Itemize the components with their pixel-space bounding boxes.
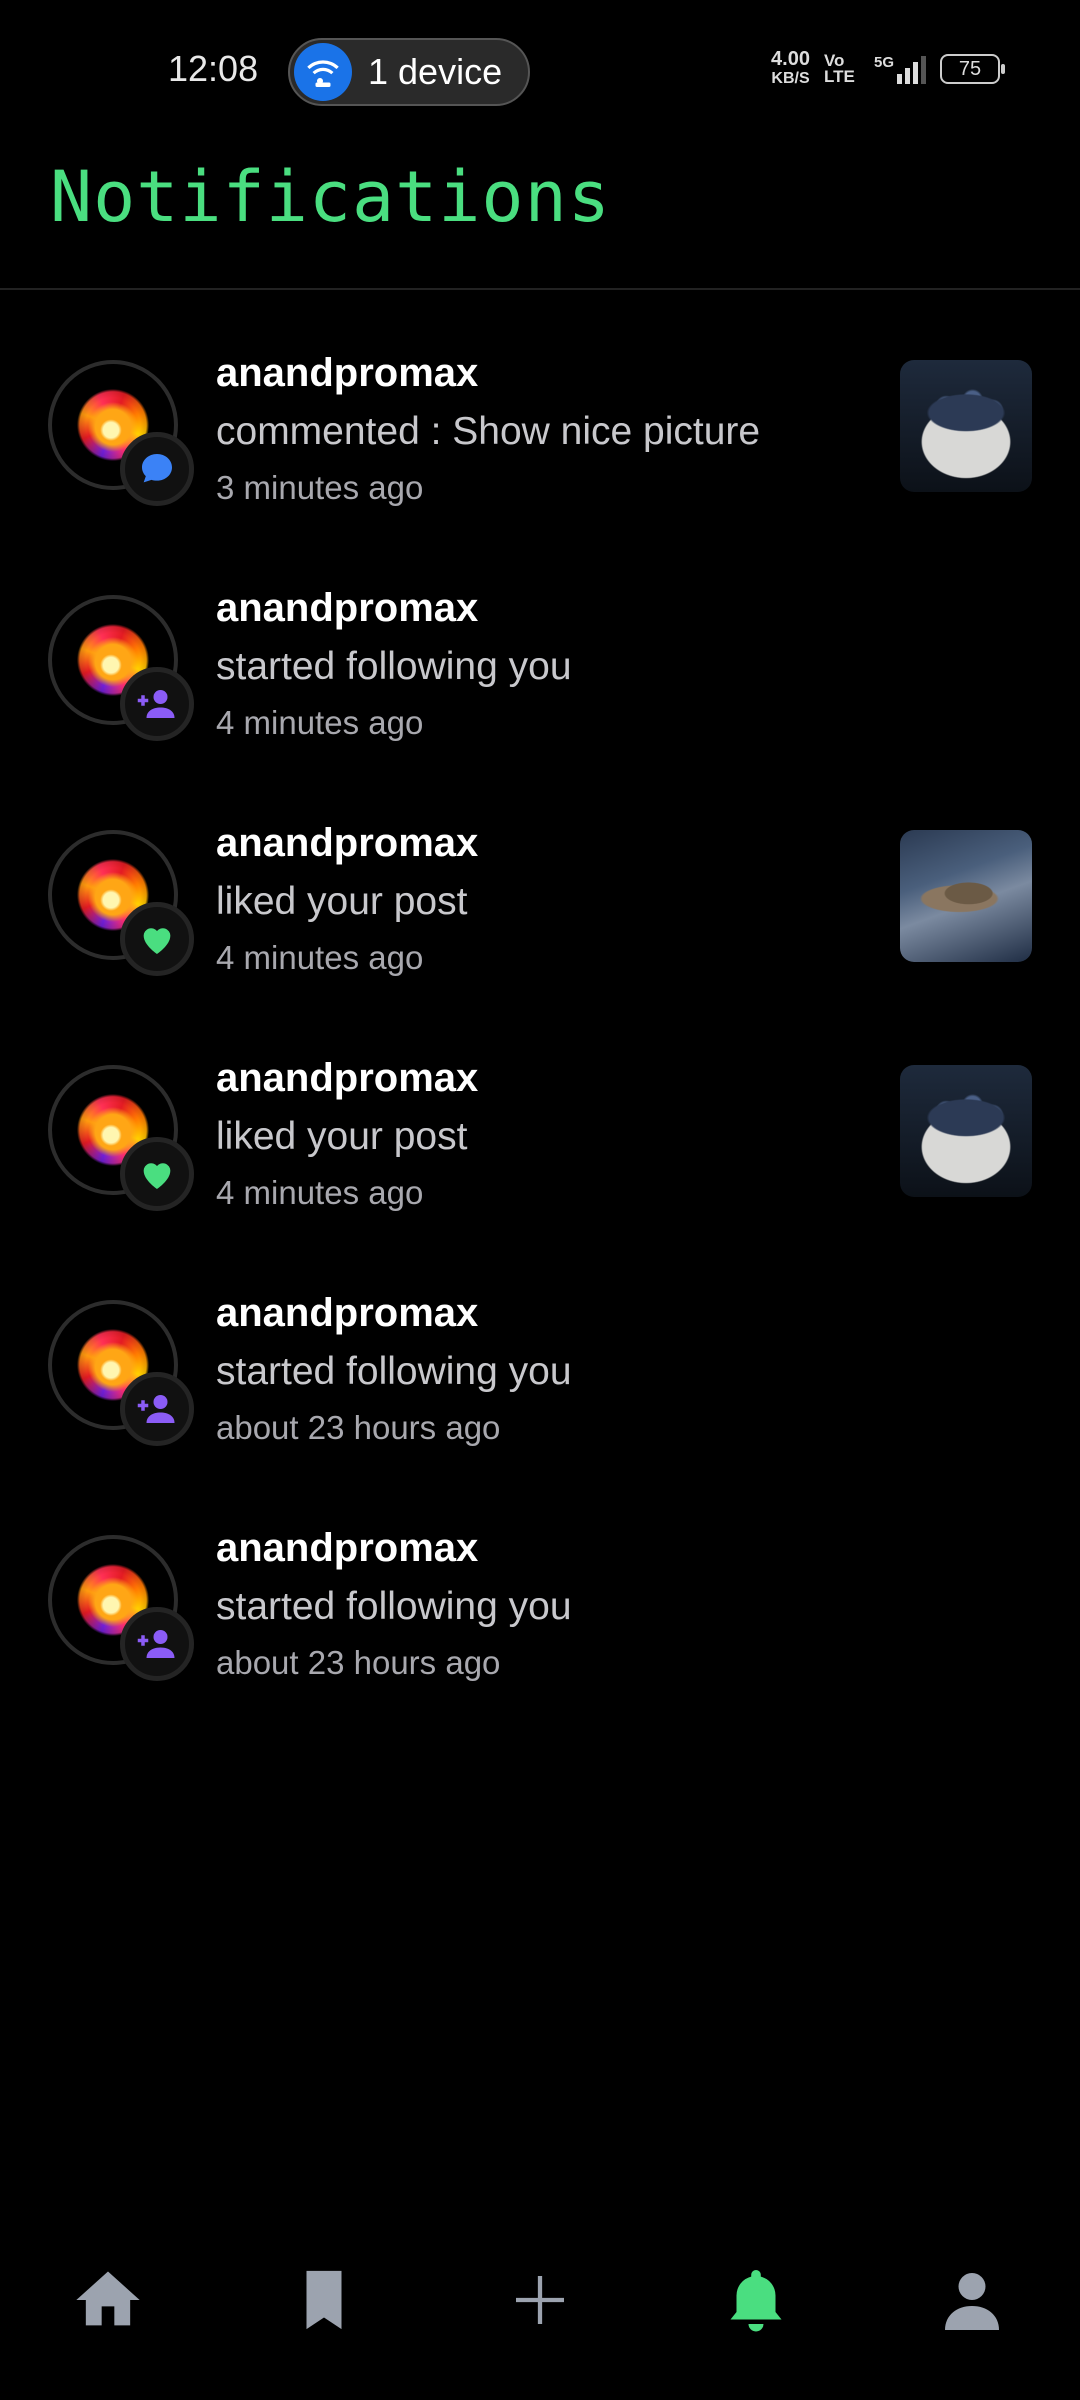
notification-list[interactable]: anandpromax commented : Show nice pictur… <box>0 340 1080 1750</box>
avatar[interactable] <box>48 360 194 506</box>
follow-icon <box>137 690 175 718</box>
nav-create-button[interactable] <box>485 2245 595 2355</box>
notification-item[interactable]: anandpromax started following you about … <box>0 1280 1080 1515</box>
comment-icon <box>142 454 172 483</box>
notification-message: started following you <box>216 645 572 688</box>
notification-message: started following you <box>216 1585 572 1628</box>
notification-time: about 23 hours ago <box>216 1644 501 1681</box>
comment-badge <box>120 432 194 506</box>
notification-item[interactable]: anandpromax liked your post 4 minutes ag… <box>0 810 1080 1045</box>
notification-message: started following you <box>216 1350 572 1393</box>
hotspot-icon <box>294 43 352 101</box>
nav-profile-button[interactable] <box>917 2245 1027 2355</box>
notification-time: 3 minutes ago <box>216 469 424 506</box>
net-speed: 4.00 KB/S <box>771 48 810 88</box>
hotspot-indicator[interactable]: 1 device <box>288 38 530 106</box>
notification-username[interactable]: anandpromax <box>216 346 760 400</box>
post-thumbnail[interactable] <box>900 830 1032 962</box>
notification-time: 4 minutes ago <box>216 1174 424 1211</box>
post-thumbnail[interactable] <box>900 1065 1032 1197</box>
avatar[interactable] <box>48 1300 194 1446</box>
bottom-nav <box>0 2240 1080 2360</box>
status-time: 12:08 <box>168 48 259 89</box>
avatar[interactable] <box>48 1065 194 1211</box>
notification-item[interactable]: anandpromax started following you about … <box>0 1515 1080 1750</box>
notification-message: liked your post <box>216 880 468 923</box>
notification-item[interactable]: anandpromax commented : Show nice pictur… <box>0 340 1080 575</box>
status-bar: 12:08 1 device 4.00 KB/S Vo LTE 5G 75 <box>0 0 1080 140</box>
follow-badge <box>120 667 194 741</box>
notification-message: liked your post <box>216 1115 468 1158</box>
notification-time: 4 minutes ago <box>216 939 424 976</box>
plus-icon <box>516 2276 564 2324</box>
battery-icon: 75 <box>940 54 1005 84</box>
net-speed-unit: KB/S <box>771 70 810 87</box>
like-badge <box>120 1137 194 1211</box>
avatar[interactable] <box>48 595 194 741</box>
header-divider <box>0 288 1080 290</box>
page-title: Notifications <box>50 156 611 238</box>
home-icon <box>76 2271 140 2326</box>
notification-item[interactable]: anandpromax started following you 4 minu… <box>0 575 1080 810</box>
heart-icon <box>143 928 171 954</box>
avatar[interactable] <box>48 1535 194 1681</box>
follow-icon <box>137 1395 175 1423</box>
notification-username[interactable]: anandpromax <box>216 1051 478 1105</box>
network-type: 5G <box>873 54 894 71</box>
follow-icon <box>137 1630 175 1658</box>
notification-time: about 23 hours ago <box>216 1409 501 1446</box>
notification-username[interactable]: anandpromax <box>216 1521 572 1575</box>
net-speed-value: 4.00 <box>771 48 810 70</box>
nav-bookmark-button[interactable] <box>269 2245 379 2355</box>
notification-username[interactable]: anandpromax <box>216 816 478 870</box>
notification-username[interactable]: anandpromax <box>216 581 572 635</box>
follow-badge <box>120 1607 194 1681</box>
bell-icon <box>730 2270 782 2332</box>
follow-badge <box>120 1372 194 1446</box>
volte-label: Vo LTE <box>823 51 855 86</box>
notification-message: commented : Show nice picture <box>216 410 761 453</box>
status-icons: 4.00 KB/S Vo LTE 5G 75 <box>771 48 1005 88</box>
notification-username[interactable]: anandpromax <box>216 1286 572 1340</box>
like-badge <box>120 902 194 976</box>
signal-icon: 5G <box>874 54 926 84</box>
post-thumbnail[interactable] <box>900 360 1032 492</box>
hotspot-label: 1 device <box>368 51 503 92</box>
nav-home-button[interactable] <box>53 2245 163 2355</box>
profile-icon <box>945 2273 999 2330</box>
bookmark-icon <box>306 2270 342 2330</box>
notification-item[interactable]: anandpromax liked your post 4 minutes ag… <box>0 1045 1080 1280</box>
heart-icon <box>143 1163 171 1189</box>
notification-time: 4 minutes ago <box>216 704 424 741</box>
avatar[interactable] <box>48 830 194 976</box>
nav-notifications-button[interactable] <box>701 2245 811 2355</box>
battery-level: 75 <box>958 57 982 80</box>
